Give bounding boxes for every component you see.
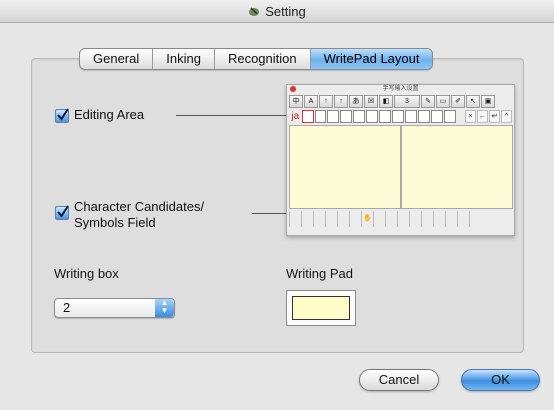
preview-title: 手写输入设置 xyxy=(382,86,419,92)
preview-cell xyxy=(417,109,430,123)
checkmark-icon xyxy=(57,205,69,218)
preview-cell xyxy=(314,109,327,123)
preview-slot xyxy=(373,211,385,227)
editing-area-option[interactable]: Editing Area xyxy=(55,107,144,123)
setting-app-icon xyxy=(248,5,260,17)
writing-box-value: 2 xyxy=(63,300,71,315)
chevron-up-down-icon: ▲ ▼ xyxy=(155,299,174,317)
preview-tool: ▣ xyxy=(481,95,495,108)
writing-pad-color-swatch xyxy=(292,296,350,320)
candidates-leader-line xyxy=(252,213,286,214)
preview-candidates-field: ✋ xyxy=(289,209,512,229)
preview-editing-row: ja × ← ↩ ^ xyxy=(289,109,512,123)
preview-tool: ✎ xyxy=(421,95,435,108)
preview-ja-marker: ja xyxy=(291,110,300,122)
title-bar: Setting xyxy=(0,0,554,23)
preview-tool: ↖ xyxy=(466,95,480,108)
editing-area-leader-line xyxy=(176,115,286,116)
preview-tool: A xyxy=(304,95,318,108)
preview-slot xyxy=(385,211,397,227)
candidates-label-line2: Symbols Field xyxy=(74,215,156,230)
preview-slot xyxy=(457,211,469,227)
preview-tool: ✐ xyxy=(451,95,465,108)
tab-general[interactable]: General xyxy=(80,49,154,69)
preview-control: ^ xyxy=(500,109,512,123)
preview-slot xyxy=(289,211,301,227)
preview-cell xyxy=(340,109,353,123)
preview-slot xyxy=(349,211,361,227)
preview-tool: 中 xyxy=(289,95,303,108)
setting-window: Setting General Inking Recognition Write… xyxy=(0,0,554,410)
preview-control: ← xyxy=(476,109,488,123)
writing-pad-label: Writing Pad xyxy=(286,266,353,281)
preview-toolbar: 中 A ↑ ↑ あ ☒ ◧ 3 ✎ ▭ ✐ ↖ ▣ xyxy=(289,95,512,108)
ok-button[interactable]: OK xyxy=(461,369,540,391)
cancel-button[interactable]: Cancel xyxy=(359,369,439,391)
preview-slot xyxy=(301,211,313,227)
preview-cell xyxy=(430,109,443,123)
preview-cell xyxy=(301,109,314,123)
preview-slot xyxy=(337,211,349,227)
tab-bar: General Inking Recognition WritePad Layo… xyxy=(79,48,434,70)
preview-slot xyxy=(469,211,481,227)
preview-cell xyxy=(353,109,366,123)
preview-slot xyxy=(409,211,421,227)
preview-slot xyxy=(433,211,445,227)
checkmark-icon xyxy=(57,108,69,121)
tab-inking[interactable]: Inking xyxy=(153,49,215,69)
preview-tool: 3 xyxy=(394,95,420,108)
writepad-preview: 手写输入设置 中 A ↑ ↑ あ ☒ ◧ 3 ✎ ▭ ✐ ↖ ▣ ja × ← … xyxy=(286,84,515,236)
tab-writepad-layout[interactable]: WritePad Layout xyxy=(310,49,433,69)
window-title: Setting xyxy=(265,3,306,19)
preview-slot xyxy=(445,211,457,227)
preview-tool: ↑ xyxy=(319,95,333,108)
preview-cell xyxy=(443,109,456,123)
preview-cell xyxy=(405,109,417,123)
writing-box-select[interactable]: 2 ▲ ▼ xyxy=(54,298,175,318)
preview-control: ↩ xyxy=(488,109,500,123)
preview-handwriting-icon: ✋ xyxy=(361,211,373,227)
preview-slot xyxy=(421,211,433,227)
preview-cell xyxy=(379,109,392,123)
writing-pad-color-well[interactable] xyxy=(286,290,356,326)
preview-slot xyxy=(325,211,337,227)
editing-area-checkbox[interactable] xyxy=(55,108,69,123)
preview-cell xyxy=(327,109,340,123)
candidates-option[interactable]: Character Candidates/ Symbols Field xyxy=(55,199,204,231)
candidates-label: Character Candidates/ Symbols Field xyxy=(74,199,204,231)
preview-tool: ↑ xyxy=(334,95,348,108)
writing-box-label: Writing box xyxy=(54,266,119,281)
tab-recognition[interactable]: Recognition xyxy=(215,49,311,69)
preview-cell xyxy=(392,109,404,123)
editing-area-label: Editing Area xyxy=(74,107,145,122)
preview-writing-area-right xyxy=(401,125,513,209)
preview-writing-area-left xyxy=(289,125,401,209)
preview-control: × xyxy=(464,109,476,123)
preview-tool: ◧ xyxy=(379,95,393,108)
candidates-checkbox[interactable] xyxy=(55,205,69,220)
preview-slot xyxy=(397,211,409,227)
candidates-label-line1: Character Candidates/ xyxy=(74,199,205,214)
preview-slot xyxy=(313,211,325,227)
preview-tool: ▭ xyxy=(436,95,450,108)
preview-cell xyxy=(366,109,379,123)
preview-tool: ☒ xyxy=(364,95,378,108)
preview-tool: あ xyxy=(349,95,363,108)
